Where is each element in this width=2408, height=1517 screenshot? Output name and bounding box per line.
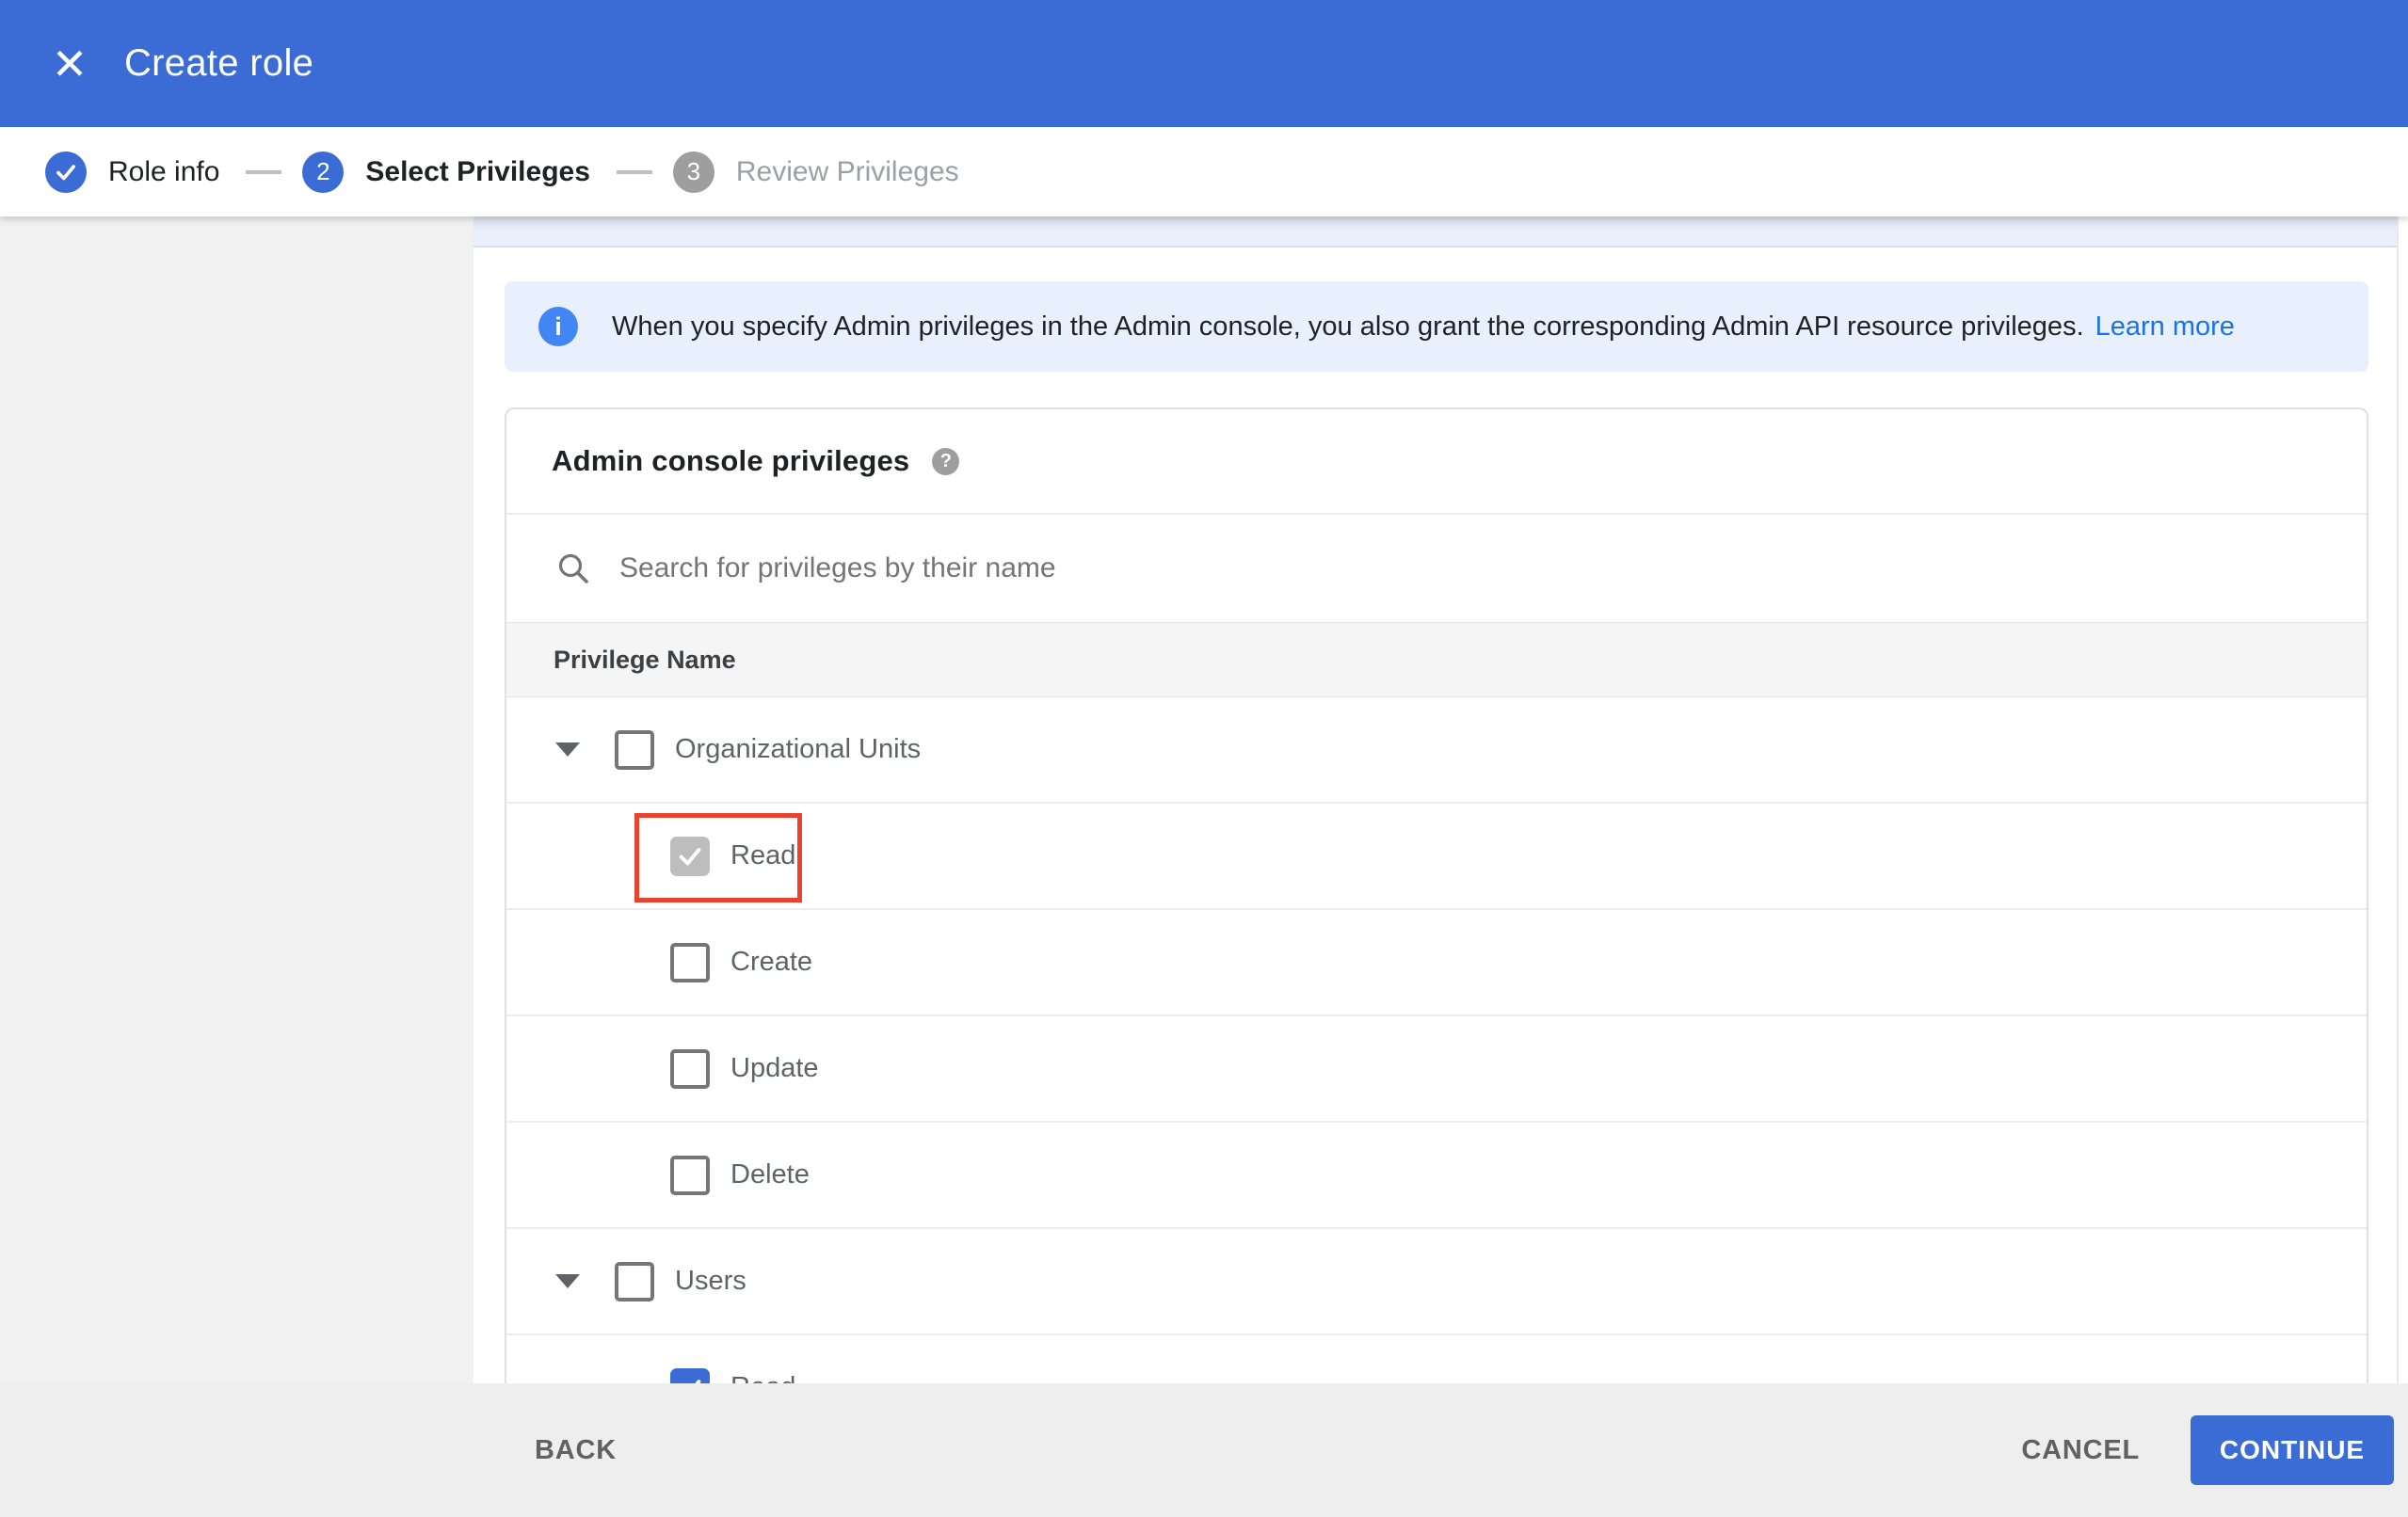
banner-message: When you specify Admin privileges in the…	[612, 311, 2084, 342]
step-number-badge: 2	[302, 151, 345, 193]
banner-text: When you specify Admin privileges in the…	[612, 311, 2235, 343]
step-label: Review Privileges	[735, 155, 959, 187]
checkbox-unchecked[interactable]	[615, 729, 654, 770]
privilege-row-child: Delete	[506, 1123, 2367, 1229]
step-number-badge: 3	[672, 151, 714, 193]
checkbox-unchecked[interactable]	[670, 1048, 710, 1089]
wizard-stepper: Role info 2 Select Privileges 3 Review P…	[0, 127, 2408, 216]
checkbox-checked[interactable]	[670, 1367, 710, 1383]
privilege-label: Read	[730, 840, 796, 870]
main-region: i When you specify Admin privileges in t…	[0, 216, 2408, 1383]
privilege-name-header: Privilege Name	[554, 645, 736, 674]
privilege-row-child: Update	[506, 1016, 2367, 1123]
info-icon: i	[538, 307, 578, 346]
app-header: ✕ Create role	[0, 0, 2408, 127]
privileges-card: Admin console privileges ? Privilege Nam…	[505, 407, 2368, 1383]
checkbox-unchecked[interactable]	[670, 1155, 710, 1195]
checkbox-unchecked[interactable]	[615, 1261, 654, 1301]
privilege-row-child: Create	[506, 910, 2367, 1016]
step-connector	[246, 169, 282, 174]
scroll-content[interactable]: i When you specify Admin privileges in t…	[474, 216, 2408, 1383]
learn-more-link[interactable]: Learn more	[2095, 311, 2235, 342]
step-role-info[interactable]: Role info	[45, 151, 220, 193]
privilege-label: Update	[730, 1053, 819, 1083]
help-icon[interactable]: ?	[932, 447, 960, 475]
continue-button[interactable]: CONTINUE	[2191, 1415, 2394, 1485]
step-review-privileges[interactable]: 3 Review Privileges	[672, 151, 959, 193]
privilege-search-row	[506, 515, 2367, 622]
step-label: Select Privileges	[365, 155, 590, 187]
step-select-privileges[interactable]: 2 Select Privileges	[302, 151, 590, 193]
close-icon[interactable]: ✕	[43, 38, 96, 90]
scroll-track	[2397, 216, 2399, 1383]
privilege-row-group: Organizational Units	[506, 697, 2367, 804]
collapse-arrow-icon[interactable]	[555, 743, 580, 757]
info-banner: i When you specify Admin privileges in t…	[505, 281, 2368, 372]
checkbox-unchecked[interactable]	[670, 942, 710, 982]
privilege-row-child: Read	[506, 1335, 2367, 1383]
step-connector	[616, 169, 652, 174]
privilege-label: Delete	[730, 1159, 810, 1190]
privilege-label: Create	[730, 947, 813, 977]
left-gutter	[0, 216, 474, 1383]
privilege-row-child: Read	[506, 804, 2367, 910]
table-column-header: Privilege Name	[506, 622, 2367, 697]
privilege-search-input[interactable]	[619, 552, 1937, 584]
step-complete-check-icon	[45, 151, 87, 193]
privilege-label: Read	[730, 1372, 795, 1383]
scrolled-section-edge	[474, 216, 2397, 248]
back-button[interactable]: BACK	[535, 1435, 617, 1466]
privilege-label: Organizational Units	[675, 734, 922, 764]
checkbox-checked-disabled[interactable]	[670, 836, 710, 876]
privilege-row-group: Users	[506, 1229, 2367, 1335]
collapse-arrow-icon[interactable]	[555, 1274, 580, 1288]
card-title: Admin console privileges	[552, 444, 910, 477]
card-header: Admin console privileges ?	[506, 409, 2367, 515]
search-icon	[558, 553, 588, 583]
footer-action-bar: BACK CANCEL CONTINUE	[0, 1383, 2408, 1517]
step-label: Role info	[108, 155, 220, 187]
cancel-button[interactable]: CANCEL	[2021, 1435, 2140, 1466]
page-title: Create role	[124, 42, 314, 84]
privilege-label: Users	[675, 1266, 746, 1296]
